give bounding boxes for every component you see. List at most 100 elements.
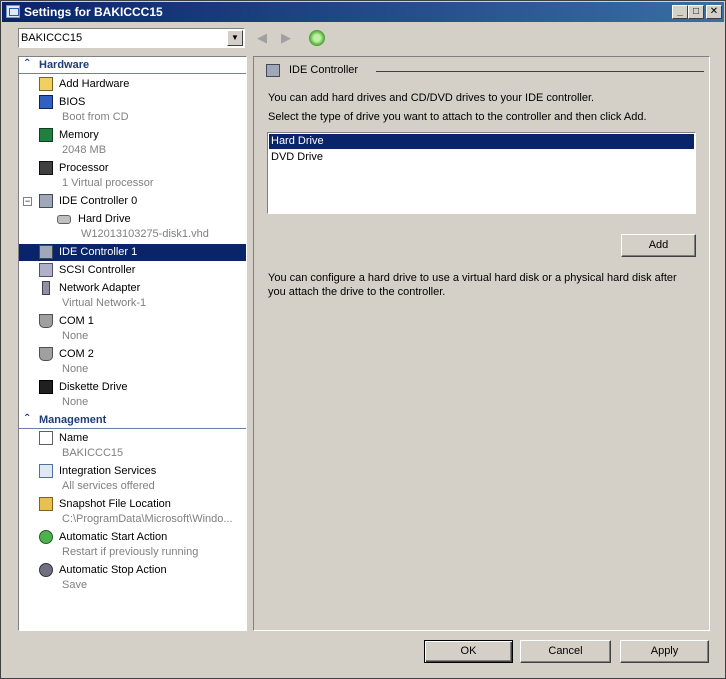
collapse-chevron-icon[interactable]: ⌃ <box>23 413 31 424</box>
stop-action-icon <box>39 563 53 577</box>
list-item-label: Hard Drive <box>271 135 324 147</box>
add-button[interactable]: Add <box>621 234 696 257</box>
tree-item-memory[interactable]: Memory <box>19 127 246 144</box>
tree-item-network-adapter[interactable]: Network Adapter <box>19 280 246 297</box>
diskette-icon <box>39 380 53 394</box>
tree-item-detail: Restart if previously running <box>62 546 199 558</box>
cancel-button[interactable]: Cancel <box>520 640 611 663</box>
vm-selector[interactable]: BAKICCC15 ▼ <box>18 28 245 48</box>
settings-tree: ⌃ Hardware Add Hardware BIOS Boot from C… <box>18 56 247 631</box>
snapshot-folder-icon <box>39 497 53 511</box>
note-text-line-2: you attach the drive to the controller. <box>268 286 446 298</box>
tree-item-detail: Boot from CD <box>62 111 129 123</box>
integration-services-icon <box>39 464 53 478</box>
tree-item-label: Integration Services <box>59 465 157 477</box>
tree-item-detail: All services offered <box>62 480 155 492</box>
tree-item-detail: None <box>62 363 89 375</box>
chevron-down-icon[interactable]: ▼ <box>227 30 243 46</box>
title-bar[interactable]: Settings for BAKICCC15 _ □ ✕ <box>2 2 724 22</box>
ide-controller-icon <box>39 194 53 208</box>
vm-selector-value: BAKICCC15 <box>21 32 83 44</box>
scsi-controller-icon <box>39 263 53 277</box>
tree-item-label: COM 2 <box>59 348 94 360</box>
tree-item-label: Automatic Stop Action <box>59 564 167 576</box>
collapse-chevron-icon[interactable]: ⌃ <box>23 58 31 69</box>
tree-item-name[interactable]: Name <box>19 430 246 447</box>
settings-window: Settings for BAKICCC15 _ □ ✕ BAKICCC15 ▼… <box>0 0 726 679</box>
tree-item-label: Diskette Drive <box>59 381 128 393</box>
tree-item-com-1[interactable]: COM 1 <box>19 313 246 330</box>
maximize-button[interactable]: □ <box>688 5 704 19</box>
intro-text: You can add hard drives and CD/DVD drive… <box>268 92 595 104</box>
tree-item-hard-drive[interactable]: Hard Drive <box>19 211 246 228</box>
tree-item-label: IDE Controller 1 <box>59 246 138 258</box>
tree-item-processor[interactable]: Processor <box>19 160 246 177</box>
network-adapter-icon <box>42 281 50 295</box>
tree-item-diskette-drive[interactable]: Diskette Drive <box>19 379 246 396</box>
tree-item-bios[interactable]: BIOS <box>19 94 246 111</box>
list-item-label: DVD Drive <box>271 151 323 163</box>
tree-item-auto-start[interactable]: Automatic Start Action <box>19 529 246 546</box>
list-item-hard-drive[interactable]: Hard Drive <box>269 134 694 149</box>
group-divider <box>376 71 704 72</box>
tree-item-detail: W12013103275-disk1.vhd <box>81 228 209 240</box>
tree-item-scsi-controller[interactable]: SCSI Controller <box>19 262 246 279</box>
tree-item-detail: C:\ProgramData\Microsoft\Windo... <box>62 513 233 525</box>
window-title: Settings for BAKICCC15 <box>24 5 163 19</box>
tree-item-detail: 1 Virtual processor <box>62 177 154 189</box>
tree-item-detail: Save <box>62 579 88 591</box>
back-arrow-icon[interactable]: ◀ <box>257 30 267 46</box>
instruction-text: Select the type of drive you want to att… <box>268 111 647 123</box>
tree-item-label: BIOS <box>59 96 86 108</box>
memory-icon <box>39 128 53 142</box>
tree-item-label: Automatic Start Action <box>59 531 168 543</box>
tree-item-detail: BAKICCC15 <box>62 447 124 459</box>
tree-item-detail: None <box>62 330 89 342</box>
window-icon <box>6 5 20 18</box>
tree-item-detail: 2048 MB <box>62 144 107 156</box>
tree-item-ide-controller-0[interactable]: − IDE Controller 0 <box>19 193 246 210</box>
apply-button[interactable]: Apply <box>620 640 709 663</box>
close-button[interactable]: ✕ <box>706 5 722 19</box>
section-heading: Hardware <box>39 59 90 71</box>
processor-icon <box>39 161 53 175</box>
ok-button[interactable]: OK <box>424 640 513 663</box>
com-port-icon <box>39 347 53 361</box>
tree-item-label: Hard Drive <box>78 213 131 225</box>
name-icon <box>39 431 53 445</box>
collapse-toggle-icon[interactable]: − <box>23 197 32 206</box>
section-heading: Management <box>39 414 107 426</box>
ide-controller-icon <box>266 64 280 77</box>
group-header: IDE Controller <box>266 63 706 79</box>
add-hardware-icon <box>39 77 53 91</box>
bios-icon <box>39 95 53 109</box>
tree-item-add-hardware[interactable]: Add Hardware <box>19 76 246 93</box>
list-item-dvd-drive[interactable]: DVD Drive <box>269 150 694 165</box>
tree-item-ide-controller-1[interactable]: IDE Controller 1 <box>19 244 246 261</box>
hard-drive-icon <box>57 215 71 224</box>
tree-item-label: Snapshot File Location <box>59 498 171 510</box>
tree-item-label: Network Adapter <box>59 282 141 294</box>
tree-item-label: Name <box>59 432 89 444</box>
start-action-icon <box>39 530 53 544</box>
section-management[interactable]: ⌃ Management <box>19 412 246 429</box>
forward-arrow-icon[interactable]: ▶ <box>281 30 291 46</box>
section-hardware[interactable]: ⌃ Hardware <box>19 57 246 74</box>
tree-item-snapshot-location[interactable]: Snapshot File Location <box>19 496 246 513</box>
tree-item-label: Memory <box>59 129 99 141</box>
tree-item-label: SCSI Controller <box>59 264 136 276</box>
com-port-icon <box>39 314 53 328</box>
tree-item-auto-stop[interactable]: Automatic Stop Action <box>19 562 246 579</box>
group-title: IDE Controller <box>289 64 359 76</box>
tree-item-label: Processor <box>59 162 109 174</box>
drive-type-list[interactable]: Hard Drive DVD Drive <box>267 132 696 214</box>
tree-item-integration-services[interactable]: Integration Services <box>19 463 246 480</box>
minimize-button[interactable]: _ <box>672 5 688 19</box>
tree-item-label: Add Hardware <box>59 78 130 90</box>
details-panel: IDE Controller You can add hard drives a… <box>253 56 710 631</box>
tree-item-label: IDE Controller 0 <box>59 195 138 207</box>
note-text-line-1: You can configure a hard drive to use a … <box>268 272 677 284</box>
refresh-icon[interactable] <box>309 30 325 46</box>
tree-item-label: COM 1 <box>59 315 94 327</box>
tree-item-com-2[interactable]: COM 2 <box>19 346 246 363</box>
